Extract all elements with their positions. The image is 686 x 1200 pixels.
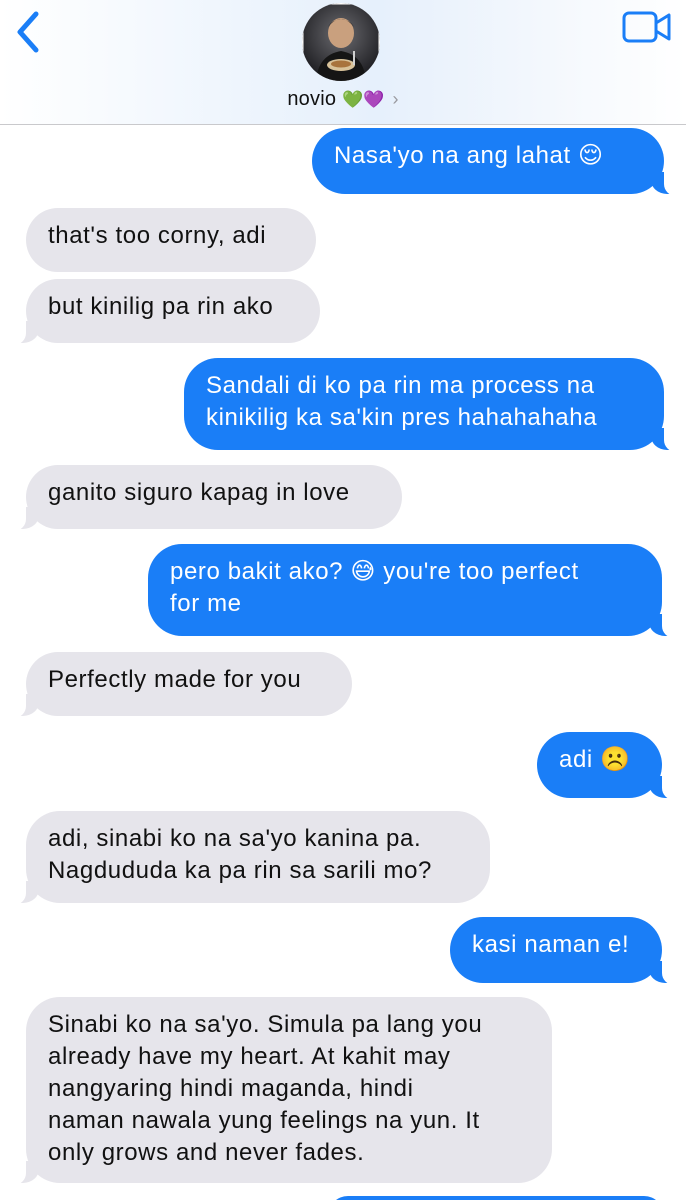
message-bubble-sent[interactable]: Nasa'yo na ang lahat 😌 [312, 128, 686, 196]
chevron-left-icon [17, 11, 39, 53]
message-bubble-received[interactable]: adi, sinabi ko na sa'yo kanina pa. Nagdu… [0, 811, 490, 905]
back-button[interactable] [8, 8, 52, 56]
message-bubble-sent[interactable]: adi ☹️ [537, 732, 686, 800]
avatar-photo-icon [302, 3, 380, 81]
message-bubble-sent[interactable]: pero bakit ako? 😅 you're too perfect for… [148, 544, 686, 638]
messages-screen: novio 💚💜 › Nasa'yo na ang lahat 😌 that's… [0, 0, 686, 1200]
conversation-header: novio 💚💜 › [0, 0, 686, 125]
avatar[interactable] [302, 3, 380, 81]
message-bubble-received[interactable]: that's too corny, adi [26, 208, 316, 272]
message-bubble-received[interactable]: Sinabi ko na sa'yo. Simula pa lang you a… [0, 997, 552, 1185]
message-bubble-sent-partial[interactable] [328, 1196, 664, 1200]
video-call-button[interactable] [622, 10, 672, 44]
message-bubble-received[interactable]: Perfectly made for you [0, 652, 352, 718]
chevron-right-icon: › [392, 89, 399, 109]
contact-name: novio [287, 88, 337, 110]
message-bubble-received[interactable]: ganito siguro kapag in love [0, 465, 402, 531]
message-bubble-sent[interactable]: Sandali di ko pa rin ma process na kinik… [184, 358, 686, 452]
contact-name-row[interactable]: novio 💚💜 › [0, 88, 686, 111]
message-bubble-sent[interactable]: kasi naman e! [450, 917, 686, 985]
video-camera-icon [622, 11, 671, 43]
contact-hearts: 💚💜 [341, 90, 385, 109]
message-bubble-received[interactable]: but kinilig pa rin ako [0, 279, 320, 345]
